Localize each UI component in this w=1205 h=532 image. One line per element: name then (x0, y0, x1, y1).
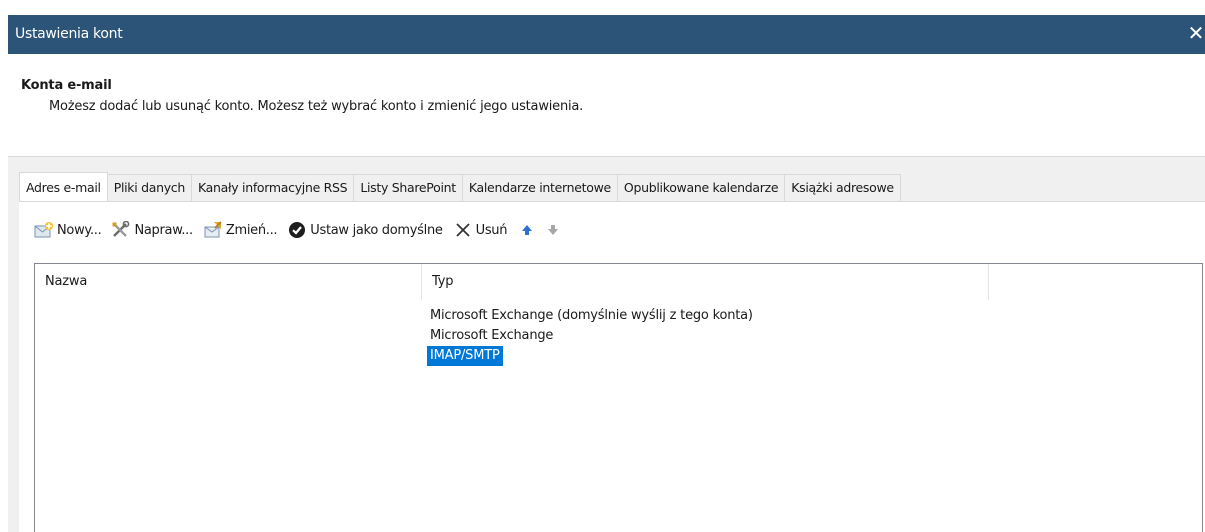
repair-button-label: Napraw... (134, 222, 193, 238)
set-default-button-label: Ustaw jako domyślne (310, 222, 443, 238)
list-rows: Microsoft Exchange (domyślnie wyślij z t… (427, 306, 756, 366)
email-tab-panel: Nowy... Napraw... Zmień... Ustaw jako do… (19, 201, 1205, 532)
section-title: Konta e-mail (21, 78, 112, 93)
tab-rss-feeds[interactable]: Kanały informacyjne RSS (190, 174, 355, 201)
column-header-empty (989, 264, 1202, 300)
tab-strip: Adres e-mail Pliki danych Kanały informa… (19, 172, 901, 201)
list-item[interactable]: Microsoft Exchange (domyślnie wyślij z t… (427, 306, 756, 326)
window-title: Ustawienia kont (15, 26, 123, 42)
accounts-list[interactable]: Nazwa Typ Microsoft Exchange (domyślnie … (34, 263, 1203, 532)
move-up-button[interactable] (517, 217, 537, 243)
dialog-header: Konta e-mail Możesz dodać lub usunąć kon… (8, 54, 1205, 157)
background (0, 0, 1205, 15)
close-button[interactable]: ✕ (1181, 19, 1205, 49)
x-icon (453, 220, 473, 240)
tab-address-books[interactable]: Książki adresowe (784, 174, 901, 201)
tab-internet-calendars[interactable]: Kalendarze internetowe (461, 174, 618, 201)
set-default-button[interactable]: Ustaw jako domyślne (287, 217, 443, 243)
remove-button[interactable]: Usuń (453, 217, 508, 243)
dialog-body: Adres e-mail Pliki danych Kanały informa… (8, 157, 1205, 532)
column-header-type[interactable]: Typ (422, 264, 989, 300)
title-bar: Ustawienia kont ✕ (8, 15, 1205, 54)
list-item-selected[interactable]: IMAP/SMTP (427, 346, 503, 366)
new-button-label: Nowy... (57, 222, 102, 238)
arrow-down-icon (543, 220, 563, 240)
change-icon (203, 220, 223, 240)
new-button[interactable]: Nowy... (34, 217, 102, 243)
change-button[interactable]: Zmień... (203, 217, 278, 243)
tools-icon (111, 220, 131, 240)
section-description: Możesz dodać lub usunąć konto. Możesz te… (49, 99, 584, 114)
list-header: Nazwa Typ (35, 264, 1202, 300)
list-item[interactable]: Microsoft Exchange (427, 326, 556, 346)
account-settings-dialog: Ustawienia kont ✕ Konta e-mail Możesz do… (8, 15, 1205, 532)
new-mail-icon (34, 220, 54, 240)
repair-button[interactable]: Napraw... (111, 217, 193, 243)
arrow-up-icon (517, 220, 537, 240)
tab-email[interactable]: Adres e-mail (19, 172, 108, 201)
tab-data-files[interactable]: Pliki danych (106, 174, 192, 201)
checkmark-icon (287, 220, 307, 240)
tab-published-calendars[interactable]: Opublikowane kalendarze (616, 174, 786, 201)
remove-button-label: Usuń (475, 222, 508, 238)
account-toolbar: Nowy... Napraw... Zmień... Ustaw jako do… (34, 217, 569, 243)
move-down-button[interactable] (543, 217, 563, 243)
column-header-name[interactable]: Nazwa (35, 264, 422, 300)
change-button-label: Zmień... (225, 222, 278, 238)
tab-sharepoint-lists[interactable]: Listy SharePoint (353, 174, 463, 201)
